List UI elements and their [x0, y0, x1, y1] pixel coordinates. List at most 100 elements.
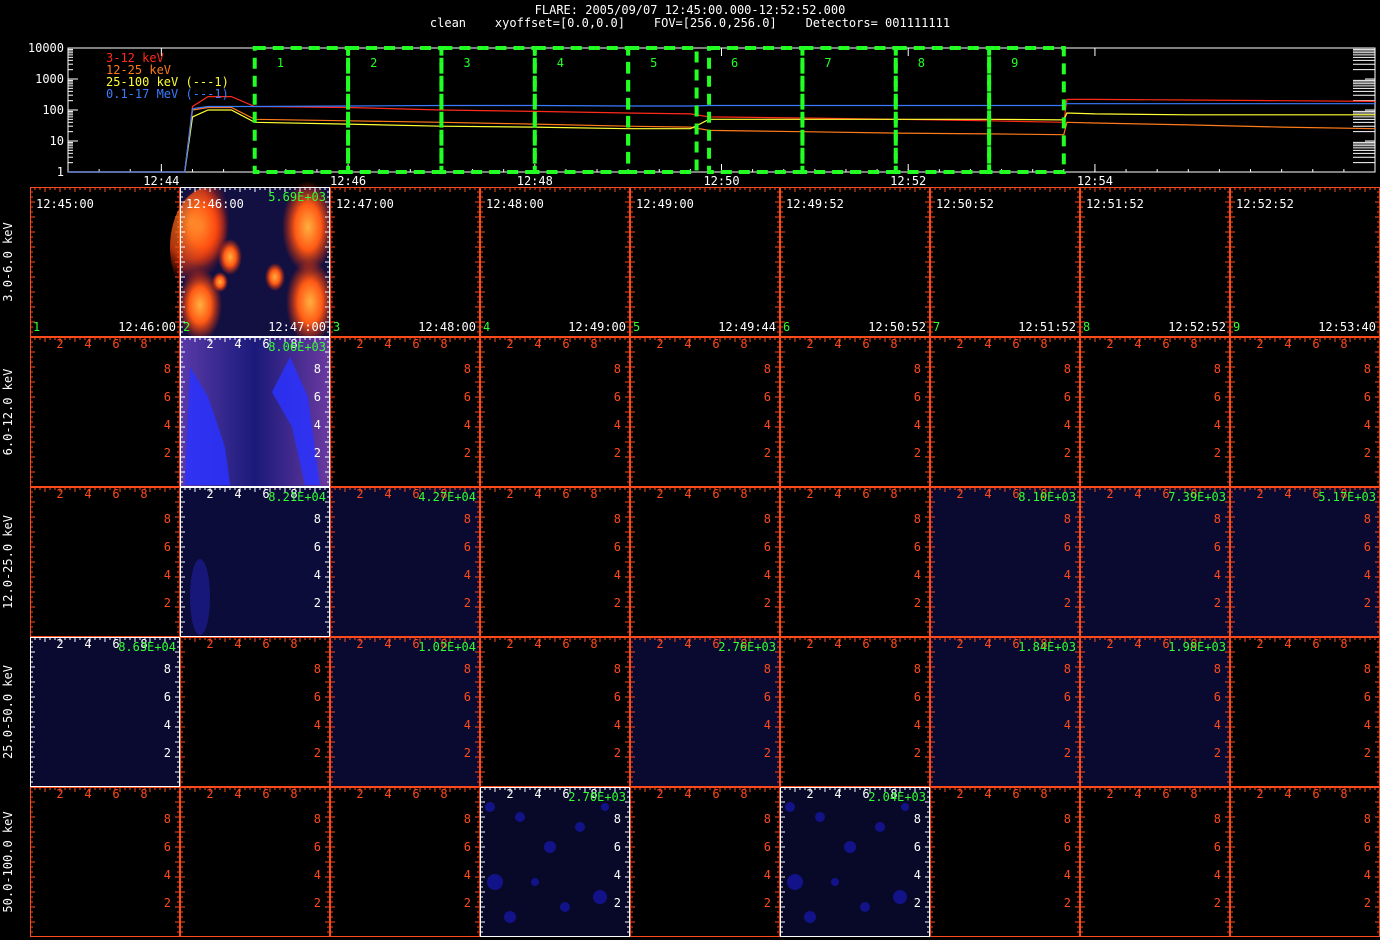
axis-tick-label: 8	[764, 812, 771, 826]
axis-tick-label: 6	[712, 337, 719, 351]
axis-tick-label: 2	[314, 446, 321, 460]
interval-label: 9	[1011, 56, 1018, 70]
axis-tick-label: 4	[1134, 337, 1141, 351]
axis-tick-label: 4	[464, 418, 471, 432]
axis-tick-label: 2	[914, 596, 921, 610]
image-cell: 224466887.39E+03	[1080, 487, 1230, 637]
image-frame	[180, 637, 330, 787]
x-tick-label: 12:46	[330, 174, 366, 188]
axis-tick-label: 8	[1364, 812, 1371, 826]
axis-tick-label: 6	[862, 337, 869, 351]
image-max-value: 7.39E+03	[1168, 490, 1226, 504]
axis-tick-label: 4	[384, 637, 391, 651]
axis-tick-label: 6	[1064, 540, 1071, 554]
axis-tick-label: 4	[534, 787, 541, 801]
axis-tick-label: 6	[1214, 390, 1221, 404]
emission-blob	[785, 802, 795, 812]
axis-tick-label: 2	[1364, 746, 1371, 760]
axis-tick-label: 2	[506, 787, 513, 801]
axis-tick-label: 6	[1064, 390, 1071, 404]
axis-tick-label: 8	[1214, 362, 1221, 376]
axis-tick-label: 2	[1106, 487, 1113, 501]
axis-tick-label: 4	[984, 787, 991, 801]
image-frame	[30, 337, 180, 487]
image-max-value: 1.84E+03	[1018, 640, 1076, 654]
axis-tick-label: 8	[614, 362, 621, 376]
image-cell: 2 2 4 4 6 6 8 8	[930, 337, 1080, 487]
series-line-1	[68, 95, 1376, 173]
axis-tick-label: 4	[1364, 418, 1371, 432]
axis-tick-label: 4	[314, 418, 321, 432]
axis-tick-label: 4	[1064, 868, 1071, 882]
axis-tick-label: 4	[1364, 718, 1371, 732]
image-background	[1080, 637, 1230, 787]
axis-tick-label: 6	[764, 690, 771, 704]
axis-tick-label: 6	[1364, 540, 1371, 554]
axis-tick-label: 6	[614, 390, 621, 404]
emission-blob	[901, 803, 909, 811]
image-cell: 12:52:52 12:53:40 9	[1230, 187, 1380, 337]
axis-tick-label: 4	[1284, 487, 1291, 501]
image-start-time: 12:45:00	[36, 197, 94, 211]
image-frame	[30, 487, 180, 637]
image-cell: 5.69E+03 12:46:00 12:47:00 2	[170, 181, 334, 344]
axis-tick-label: 6	[164, 390, 171, 404]
emission-blob	[190, 559, 210, 635]
axis-tick-label: 2	[1064, 896, 1071, 910]
emission-blob	[875, 822, 885, 832]
axis-tick-label: 8	[614, 812, 621, 826]
image-cell: 12:49:00 12:49:44 5	[630, 187, 780, 337]
image-background	[30, 637, 180, 787]
axis-tick-label: 8	[140, 337, 147, 351]
axis-tick-label: 2	[506, 487, 513, 501]
axis-tick-label: 4	[914, 418, 921, 432]
axis-tick-label: 2	[206, 487, 213, 501]
axis-tick-label: 8	[740, 487, 747, 501]
axis-tick-label: 4	[1214, 718, 1221, 732]
axis-tick-label: 2	[1256, 337, 1263, 351]
emission-blob	[593, 890, 607, 904]
axis-tick-label: 8	[464, 662, 471, 676]
axis-tick-label: 2	[506, 637, 513, 651]
interval-label: 5	[650, 56, 657, 70]
axis-tick-label: 2	[56, 337, 63, 351]
emission-blob	[485, 802, 495, 812]
axis-tick-label: 2	[1106, 787, 1113, 801]
image-background	[630, 637, 780, 787]
image-background	[1230, 487, 1380, 637]
image-cell: 2 2 4 4 6 6 8 8	[330, 337, 480, 487]
axis-tick-label: 4	[914, 718, 921, 732]
axis-tick-label: 6	[164, 840, 171, 854]
image-cell: 2 2 4 4 6 6 8 8	[1080, 337, 1230, 487]
axis-tick-label: 6	[464, 540, 471, 554]
axis-tick-label: 8	[1364, 362, 1371, 376]
image-max-value: 4.27E+04	[418, 490, 476, 504]
axis-tick-label: 4	[984, 337, 991, 351]
axis-tick-label: 4	[384, 487, 391, 501]
emission-blob	[265, 263, 285, 291]
axis-tick-label: 2	[164, 746, 171, 760]
axis-tick-label: 4	[614, 718, 621, 732]
interval-box-6	[707, 46, 805, 174]
axis-tick-label: 8	[164, 362, 171, 376]
axis-tick-label: 8	[1214, 812, 1221, 826]
axis-tick-label: 8	[590, 487, 597, 501]
axis-tick-label: 4	[84, 337, 91, 351]
image-cell: 2 2 4 4 6 6 8 8	[780, 487, 930, 637]
axis-tick-label: 4	[1284, 637, 1291, 651]
axis-tick-label: 8	[290, 787, 297, 801]
image-start-time: 12:50:52	[936, 197, 994, 211]
row-energy-label: 3.0-6.0 keV	[1, 222, 15, 301]
axis-tick-label: 4	[834, 637, 841, 651]
y-tick-label: 100	[42, 103, 64, 117]
axis-tick-label: 2	[764, 896, 771, 910]
axis-tick-label: 6	[262, 787, 269, 801]
axis-tick-label: 6	[164, 690, 171, 704]
axis-tick-label: 4	[1064, 418, 1071, 432]
image-index: 6	[783, 320, 790, 334]
axis-tick-label: 2	[614, 896, 621, 910]
axis-tick-label: 6	[314, 390, 321, 404]
x-tick-label: 12:52	[890, 174, 926, 188]
axis-tick-label: 2	[464, 596, 471, 610]
axis-tick-label: 6	[262, 637, 269, 651]
